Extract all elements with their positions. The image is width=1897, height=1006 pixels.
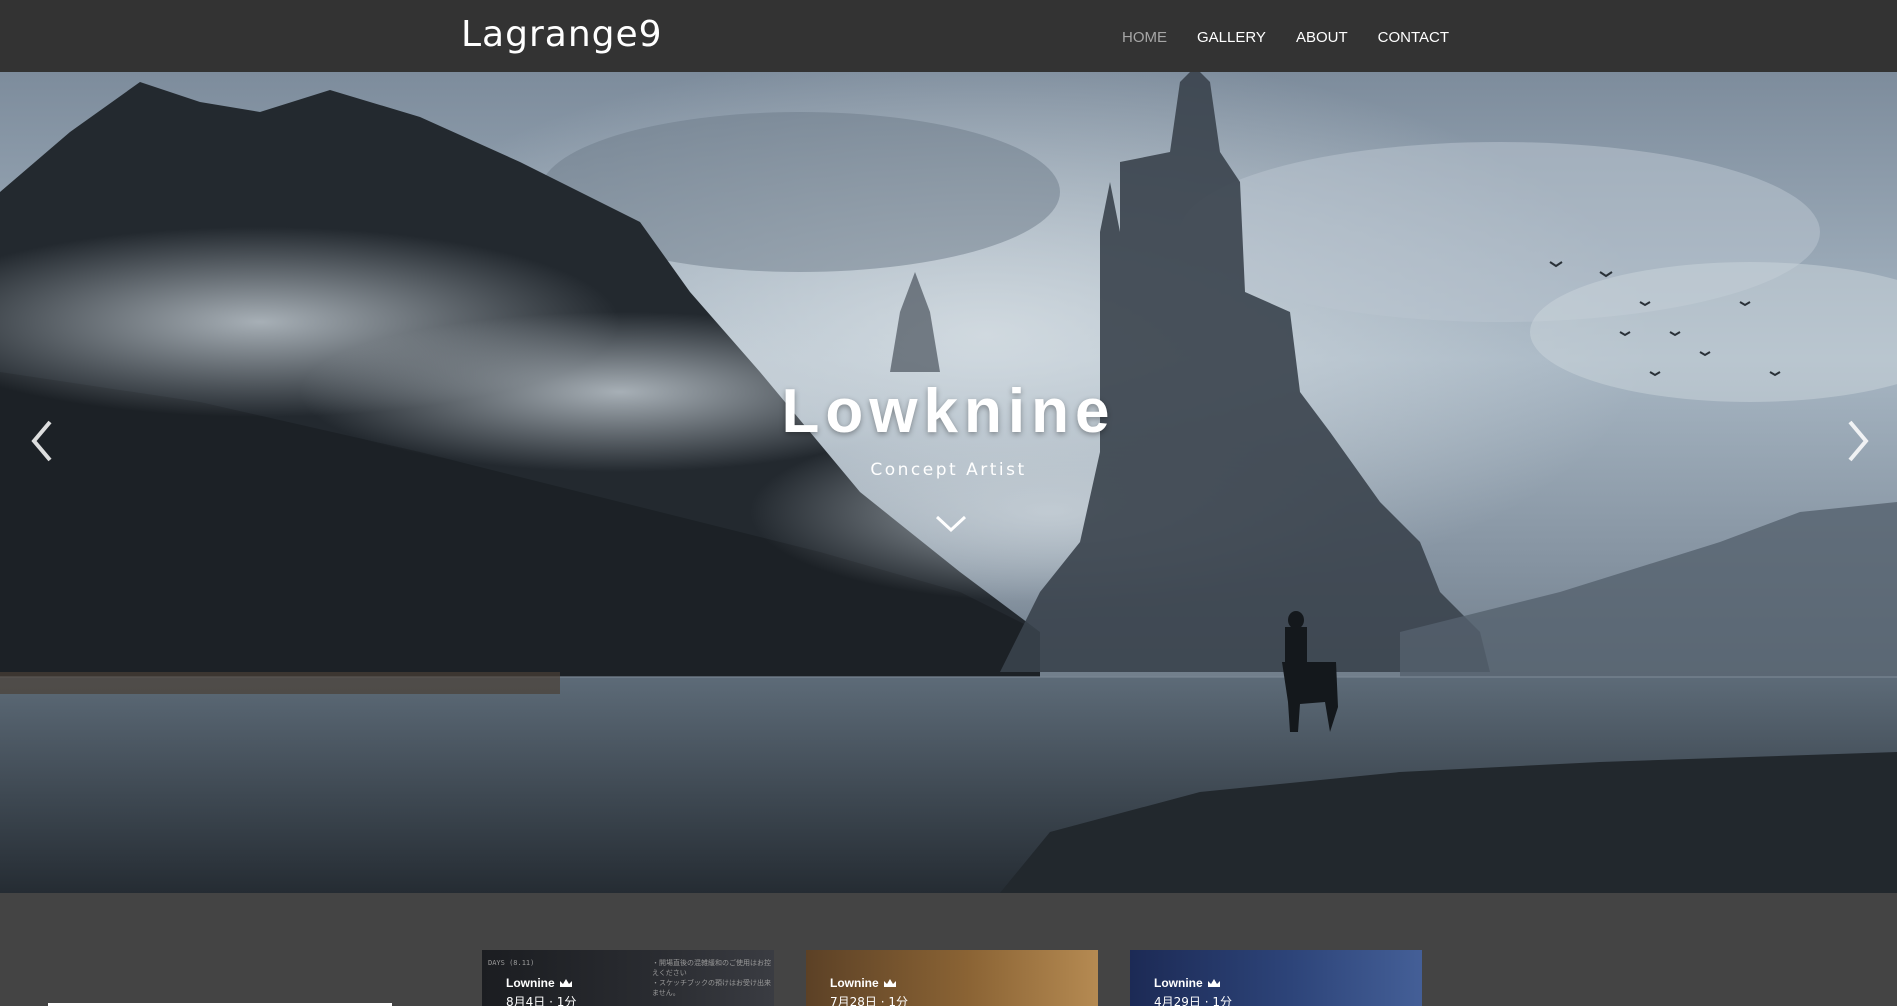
card-meta: Lownine [830, 976, 897, 990]
card-author[interactable]: Lownine [830, 976, 879, 990]
hero-subtitle: Concept Artist [870, 460, 1027, 480]
card-deco-text: ・開場直後の混雑緩和のご使用はお控えください ・スケッチブックの預けはお受け出来… [652, 959, 771, 997]
card-date: 7月28日 · 1分 [830, 995, 908, 1006]
card-date: 4月29日 · 1分 [1154, 995, 1232, 1006]
nav-home[interactable]: HOME [1122, 28, 1167, 48]
crown-icon [1207, 979, 1220, 987]
nav-contact[interactable]: CONTACT [1378, 28, 1449, 48]
hero-title: Lowknine [781, 377, 1116, 446]
chevron-left-icon[interactable] [28, 418, 54, 464]
chevron-down-icon[interactable] [935, 514, 967, 534]
gallery-card[interactable]: Lownine 4月29日 · 1分 [1130, 950, 1422, 1006]
card-author[interactable]: Lownine [1154, 976, 1203, 990]
gallery-strip: DAYS (8.11) ・開場直後の混雑緩和のご使用はお控えください ・スケッチ… [0, 950, 1897, 1006]
gallery-card[interactable]: DAYS (8.11) ・開場直後の混雑緩和のご使用はお控えください ・スケッチ… [482, 950, 774, 1006]
site-logo[interactable]: Lagrange9 [461, 13, 663, 57]
nav-about[interactable]: ABOUT [1296, 28, 1348, 48]
crown-icon [883, 979, 896, 987]
card-date: 8月4日 · 1分 [506, 995, 577, 1006]
gallery-card[interactable]: Lownine 7月28日 · 1分 [806, 950, 1098, 1006]
card-meta: Lownine [506, 976, 573, 990]
main-nav: HOME GALLERY ABOUT CONTACT [1122, 28, 1479, 48]
hero-slideshow: Lowknine Concept Artist [0, 72, 1897, 893]
card-deco-text: DAYS (8.11) [488, 959, 535, 967]
nav-gallery[interactable]: GALLERY [1197, 28, 1266, 48]
site-header: Lagrange9 HOME GALLERY ABOUT CONTACT [0, 0, 1897, 72]
hero-background-image [0, 72, 1897, 893]
crown-icon [559, 979, 572, 987]
card-author[interactable]: Lownine [506, 976, 555, 990]
chevron-right-icon[interactable] [1846, 418, 1872, 464]
card-meta: Lownine [1154, 976, 1221, 990]
